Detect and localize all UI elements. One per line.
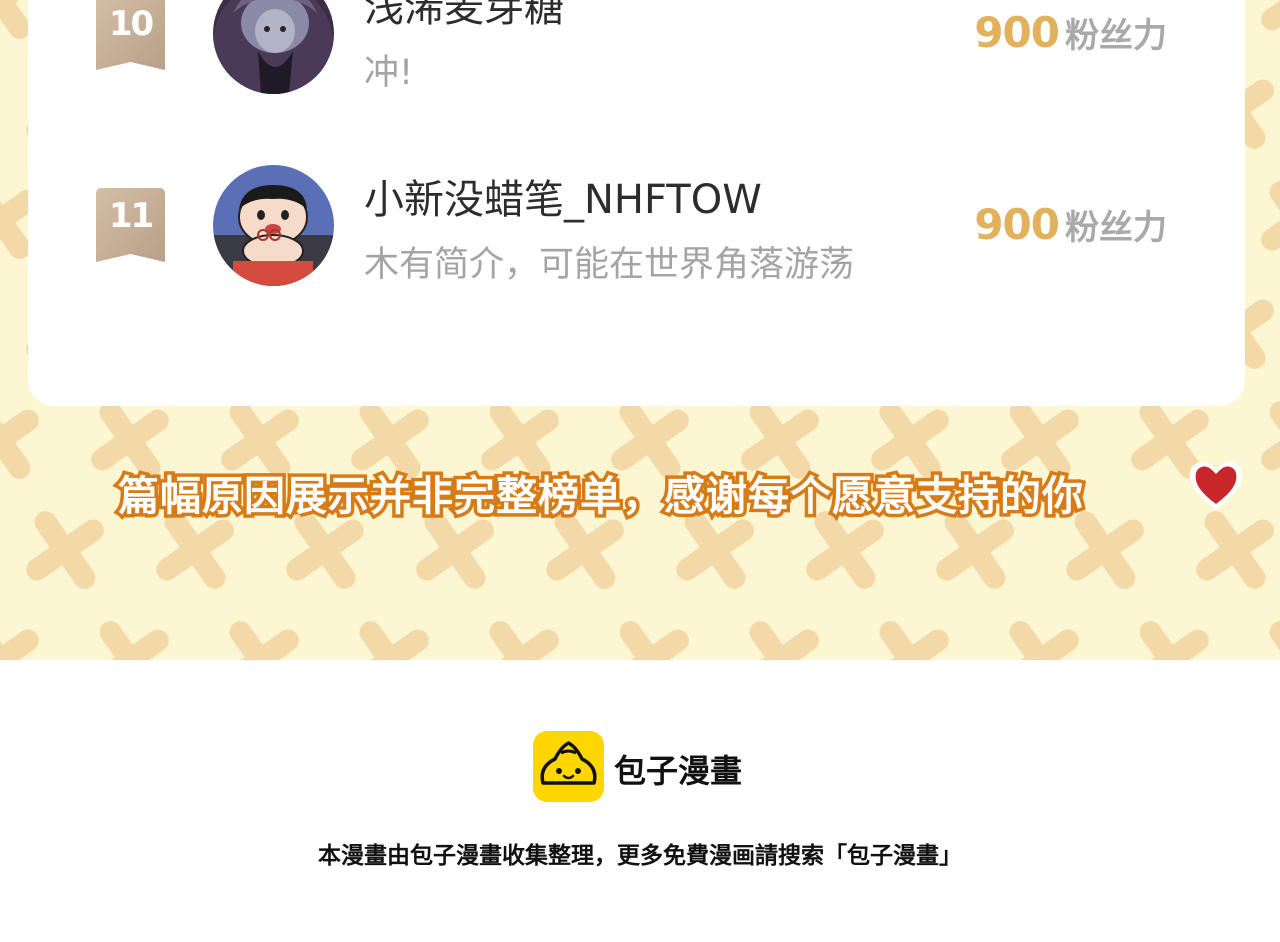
- score-unit: 粉丝力: [1065, 16, 1167, 56]
- fan-score: 900 粉丝力: [974, 8, 1167, 57]
- cross-shape: [611, 621, 689, 660]
- cross-shape: [91, 621, 169, 660]
- avatar[interactable]: [213, 165, 334, 286]
- rank-number: 11: [108, 196, 154, 236]
- footer-note: 本漫畫由包子漫畫收集整理，更多免費漫画請搜索「包子漫畫」: [318, 843, 962, 869]
- banner-background: 10 浅浠麦芽糖 冲! 900 粉丝力 11 小新没蜡笔_NHFTOW 木有简介…: [0, 0, 1280, 660]
- bun-logo-icon: [533, 731, 604, 802]
- cross-shape: [871, 621, 949, 660]
- brand-name: 包子漫畫: [614, 752, 743, 790]
- score-unit: 粉丝力: [1065, 208, 1167, 248]
- user-name: 浅浠麦芽糖: [364, 0, 564, 31]
- score-value: 900: [974, 200, 1060, 249]
- cross-shape: [351, 621, 429, 660]
- cross-shape: [0, 621, 39, 660]
- ranking-row[interactable]: 11 小新没蜡笔_NHFTOW 木有简介，可能在世界角落游荡 900 粉丝力: [28, 165, 1245, 332]
- cross-shape: [1001, 621, 1079, 660]
- cross-shape: [26, 511, 104, 589]
- user-bio: 木有简介，可能在世界角落游荡: [364, 245, 855, 285]
- ranking-row[interactable]: 10 浅浠麦芽糖 冲! 900 粉丝力: [28, 0, 1245, 140]
- rank-badge: 10: [96, 0, 165, 70]
- fan-score: 900 粉丝力: [974, 200, 1167, 249]
- cross-shape: [741, 621, 819, 660]
- cross-shape: [1131, 621, 1209, 660]
- ranking-card: 10 浅浠麦芽糖 冲! 900 粉丝力 11 小新没蜡笔_NHFTOW 木有简介…: [28, 0, 1245, 406]
- ranking-notice: 篇幅原因展示并非完整榜单，感谢每个愿意支持的你: [115, 469, 1087, 524]
- cross-shape: [1261, 621, 1280, 660]
- heart-icon: [1189, 461, 1243, 510]
- rank-badge: 11: [96, 188, 165, 262]
- score-value: 900: [974, 8, 1060, 57]
- user-bio: 冲!: [364, 53, 414, 93]
- rank-number: 10: [108, 4, 154, 44]
- user-name: 小新没蜡笔_NHFTOW: [364, 177, 762, 223]
- cross-shape: [221, 621, 299, 660]
- avatar[interactable]: [213, 0, 334, 94]
- cross-shape: [481, 621, 559, 660]
